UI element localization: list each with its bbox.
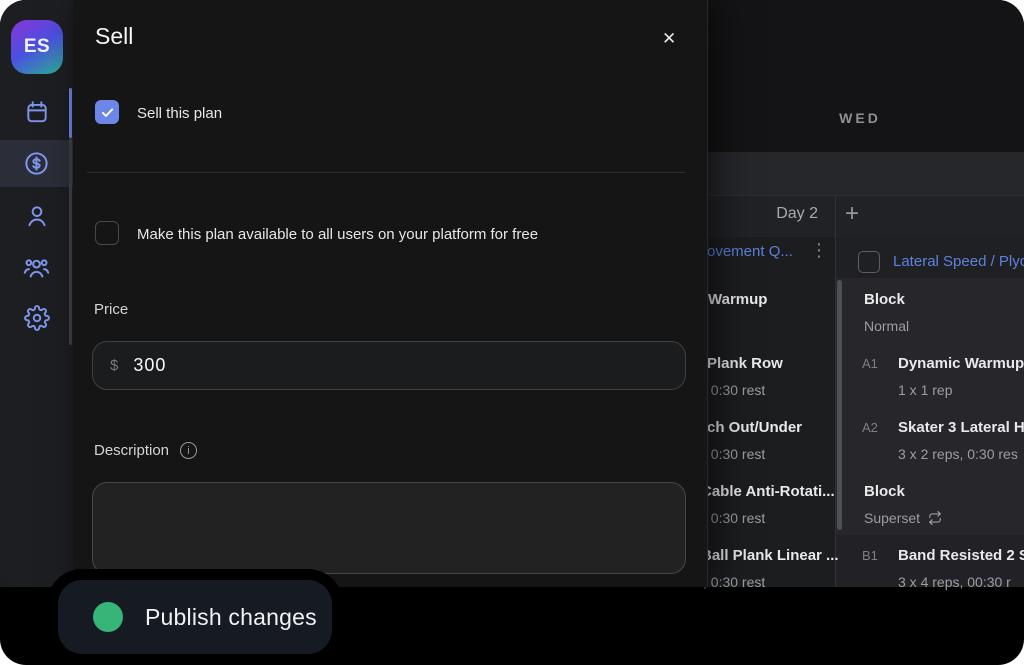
block-mode-text: Normal [864, 318, 909, 334]
sell-this-plan-label: Sell this plan [137, 105, 222, 122]
sell-drawer: Sell ✕ Sell this plan Make this plan ava… [73, 0, 708, 587]
app-logo[interactable]: ES [11, 20, 63, 74]
exercise-detail: 3 x 4 reps, 00:30 r [898, 574, 1011, 590]
nav-scroll-track [69, 138, 72, 345]
publish-changes-label: Publish changes [145, 604, 317, 631]
sidebar-item-profile[interactable] [0, 192, 73, 240]
day-header-wed: WED [805, 110, 915, 126]
block-mode: Normal [864, 318, 909, 334]
description-textarea[interactable] [92, 482, 686, 574]
exercise-code: B1 [862, 548, 878, 563]
workout-select-checkbox[interactable] [858, 251, 880, 273]
price-label: Price [94, 301, 128, 318]
calendar-icon [24, 99, 50, 125]
exercise-detail: , 0:30 rest [703, 382, 765, 398]
description-label-row: Description i [94, 442, 197, 459]
publish-changes-button[interactable]: Publish changes [58, 580, 332, 654]
dollar-icon [23, 150, 50, 177]
block-mode: Superset [864, 510, 942, 526]
free-plan-label: Make this plan available to all users on… [137, 226, 538, 243]
sell-this-plan-checkbox[interactable] [95, 100, 119, 124]
exercise-detail: , 0:30 rest [703, 510, 765, 526]
exercise-detail: 1 x 1 rep [898, 382, 952, 398]
exercise-detail: 3 x 2 reps, 0:30 res [898, 446, 1018, 462]
exercise-name: Skater 3 Lateral Hop [898, 419, 1024, 436]
block-label: Block [864, 483, 905, 500]
person-icon [24, 203, 50, 229]
sidebar: ES [0, 0, 73, 587]
sidebar-item-settings[interactable] [0, 294, 73, 342]
active-nav-indicator [69, 88, 72, 138]
kebab-menu-icon[interactable]: ⋮ [810, 241, 828, 259]
exercise-name: Plank Row [707, 355, 783, 372]
sidebar-item-calendar[interactable] [0, 88, 73, 136]
drawer-title: Sell [95, 23, 133, 50]
currency-symbol: $ [110, 357, 118, 374]
block-label: Block [864, 291, 905, 308]
price-input[interactable] [131, 354, 655, 377]
superset-repeat-icon [928, 511, 942, 525]
info-icon[interactable]: i [180, 442, 197, 459]
exercise-detail: , 0:30 rest [703, 574, 765, 590]
screenshot-frame: WED Day 2 + ovement Q... ⋮ Warmup Plank … [0, 0, 1024, 665]
block-mode-text: Superset [864, 510, 920, 526]
status-dot-icon [93, 602, 123, 632]
exercise-name: Dynamic Warmup [898, 355, 1024, 372]
check-icon [100, 105, 115, 120]
column-divider [835, 195, 836, 587]
add-workout-button[interactable]: + [845, 202, 859, 226]
exercise-name: Cable Anti-Rotati... [701, 483, 835, 500]
free-plan-checkbox[interactable] [95, 221, 119, 245]
right-workout-title-link[interactable]: Lateral Speed / Plyo [893, 253, 1024, 270]
description-label: Description [94, 442, 169, 459]
scrollbar-thumb[interactable] [837, 280, 842, 530]
exercise-code: A1 [862, 356, 878, 371]
sidebar-item-payments[interactable] [0, 140, 73, 187]
exercise-code: A2 [862, 420, 878, 435]
exercise-detail: , 0:30 rest [703, 446, 765, 462]
exercise-name: Warmup [708, 291, 767, 308]
left-workout-title-link[interactable]: ovement Q... [707, 243, 793, 260]
exercise-name: Ball Plank Linear ... [701, 547, 839, 564]
price-field[interactable]: $ [92, 341, 686, 390]
gear-icon [24, 305, 50, 331]
exercise-name: ch Out/Under [707, 419, 802, 436]
close-icon[interactable]: ✕ [658, 26, 680, 51]
exercise-name: Band Resisted 2 Step [898, 547, 1024, 564]
people-icon [23, 254, 50, 281]
divider [87, 172, 685, 173]
sidebar-item-clients[interactable] [0, 243, 73, 291]
day-label: Day 2 [776, 205, 818, 223]
